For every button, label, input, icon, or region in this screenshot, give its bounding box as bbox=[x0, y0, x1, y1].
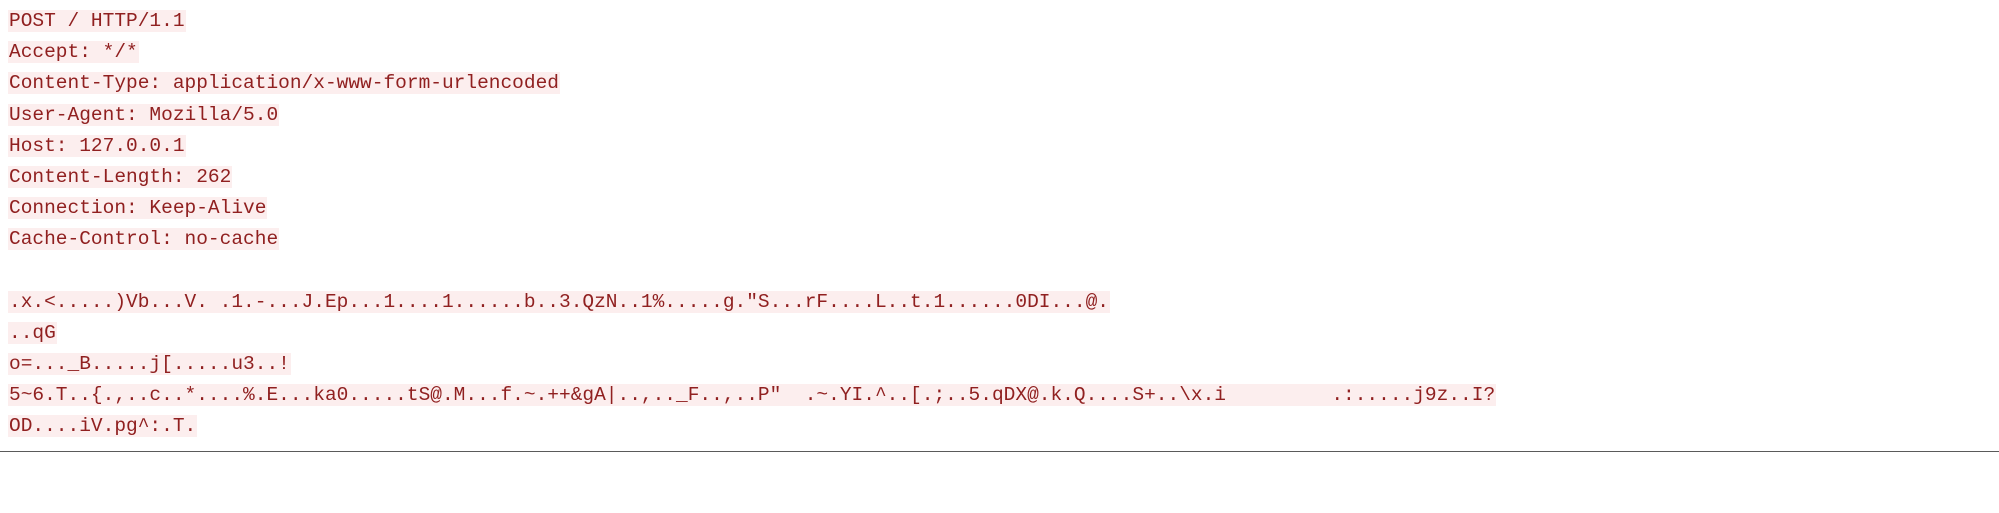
text: Accept: */* bbox=[8, 41, 139, 63]
text: Content-Length: 262 bbox=[8, 166, 232, 188]
http-header-accept: Accept: */* bbox=[8, 37, 1991, 68]
text: Host: 127.0.0.1 bbox=[8, 135, 186, 157]
text: OD....iV.pg^:.T. bbox=[8, 415, 197, 437]
text: POST / HTTP/1.1 bbox=[8, 10, 186, 32]
http-header-content-type: Content-Type: application/x-www-form-url… bbox=[8, 68, 1991, 99]
http-body-line: OD....iV.pg^:.T. bbox=[8, 411, 1991, 442]
text: User-Agent: Mozilla/5.0 bbox=[8, 104, 279, 126]
http-header-connection: Connection: Keep-Alive bbox=[8, 193, 1991, 224]
http-body-line: ..qG bbox=[8, 318, 1991, 349]
http-header-content-length: Content-Length: 262 bbox=[8, 162, 1991, 193]
http-header-user-agent: User-Agent: Mozilla/5.0 bbox=[8, 100, 1991, 131]
text: Content-Type: application/x-www-form-url… bbox=[8, 72, 560, 94]
http-header-cache-control: Cache-Control: no-cache bbox=[8, 224, 1991, 255]
text: Cache-Control: no-cache bbox=[8, 228, 279, 250]
http-body-line: 5~6.T..{.,..c..*....%.E...ka0.....tS@.M.… bbox=[8, 380, 1991, 411]
blank-line bbox=[8, 256, 1991, 287]
http-body-line: .x.<.....)Vb...V. .1.-...J.Ep...1....1..… bbox=[8, 287, 1991, 318]
http-header-host: Host: 127.0.0.1 bbox=[8, 131, 1991, 162]
text: 5~6.T..{.,..c..*....%.E...ka0.....tS@.M.… bbox=[8, 384, 1496, 406]
http-body-line: o=..._B.....j[.....u3..! bbox=[8, 349, 1991, 380]
http-request-line: POST / HTTP/1.1 bbox=[8, 6, 1991, 37]
text: o=..._B.....j[.....u3..! bbox=[8, 353, 291, 375]
text: .x.<.....)Vb...V. .1.-...J.Ep...1....1..… bbox=[8, 291, 1110, 313]
http-dump-block: POST / HTTP/1.1 Accept: */* Content-Type… bbox=[0, 0, 1999, 452]
text: Connection: Keep-Alive bbox=[8, 197, 267, 219]
text: ..qG bbox=[8, 322, 57, 344]
